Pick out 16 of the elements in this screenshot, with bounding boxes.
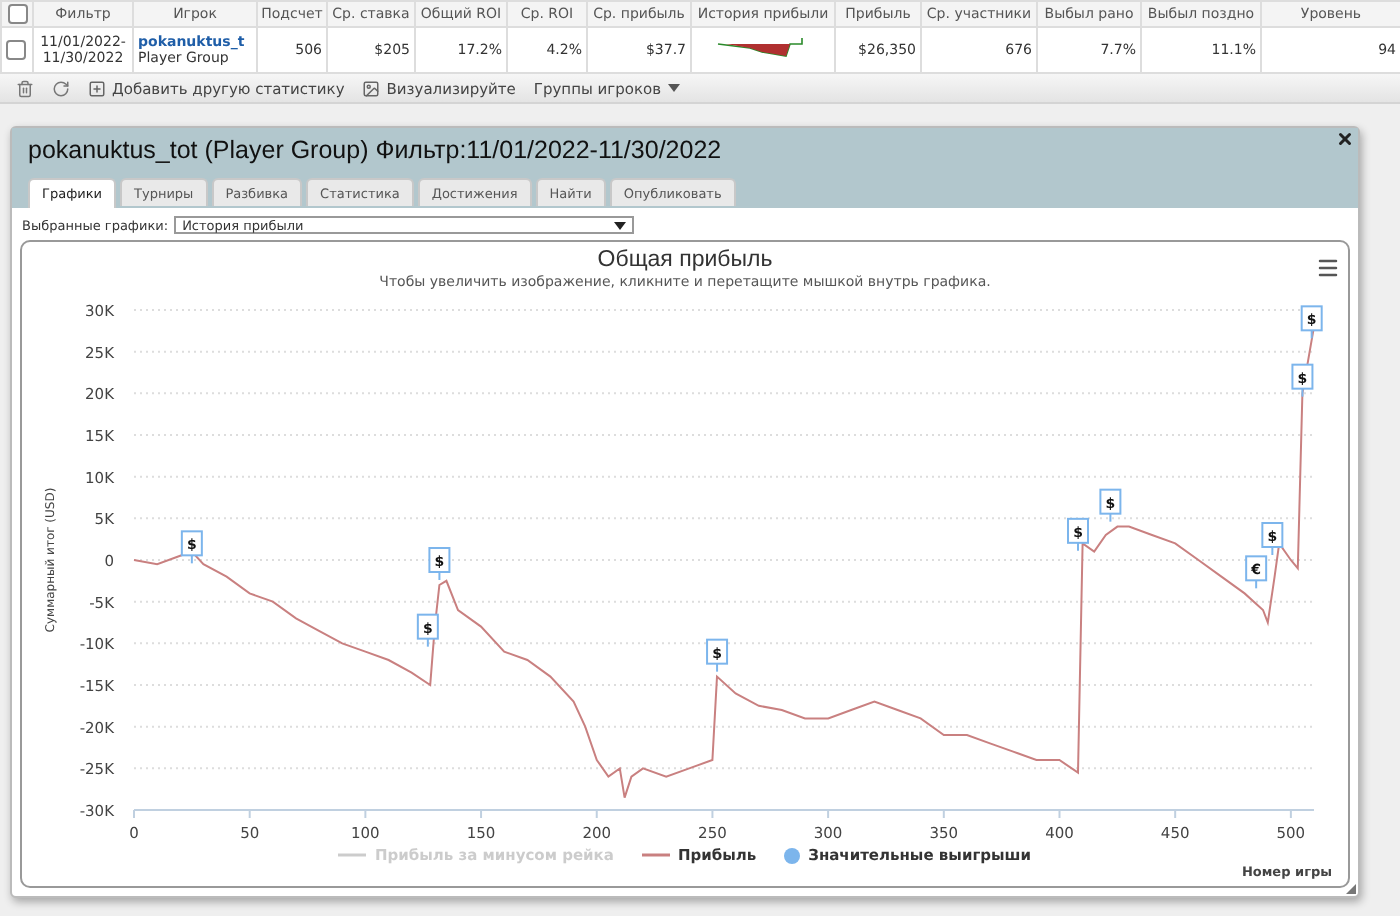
dot-icon	[784, 847, 801, 863]
menu-button[interactable]	[1316, 256, 1340, 280]
caret-icon	[614, 221, 627, 229]
line-icon	[338, 852, 367, 858]
trash-icon[interactable]	[16, 79, 34, 97]
panel-title: pokanuktus_tot (Player Group) Фильтр:11/01/2022-11/30/2022	[28, 136, 724, 164]
chart-title: Общая прибыль	[597, 248, 773, 272]
line-icon	[641, 852, 670, 858]
refresh-icon[interactable]	[52, 79, 70, 97]
resize-grip-icon[interactable]	[1346, 884, 1356, 894]
close-button[interactable]	[1336, 130, 1354, 148]
image-icon	[362, 79, 381, 97]
row-checkbox[interactable]	[6, 40, 26, 60]
add-icon	[88, 79, 106, 97]
select-all-checkbox[interactable]	[7, 4, 27, 24]
caret-icon	[667, 84, 679, 92]
